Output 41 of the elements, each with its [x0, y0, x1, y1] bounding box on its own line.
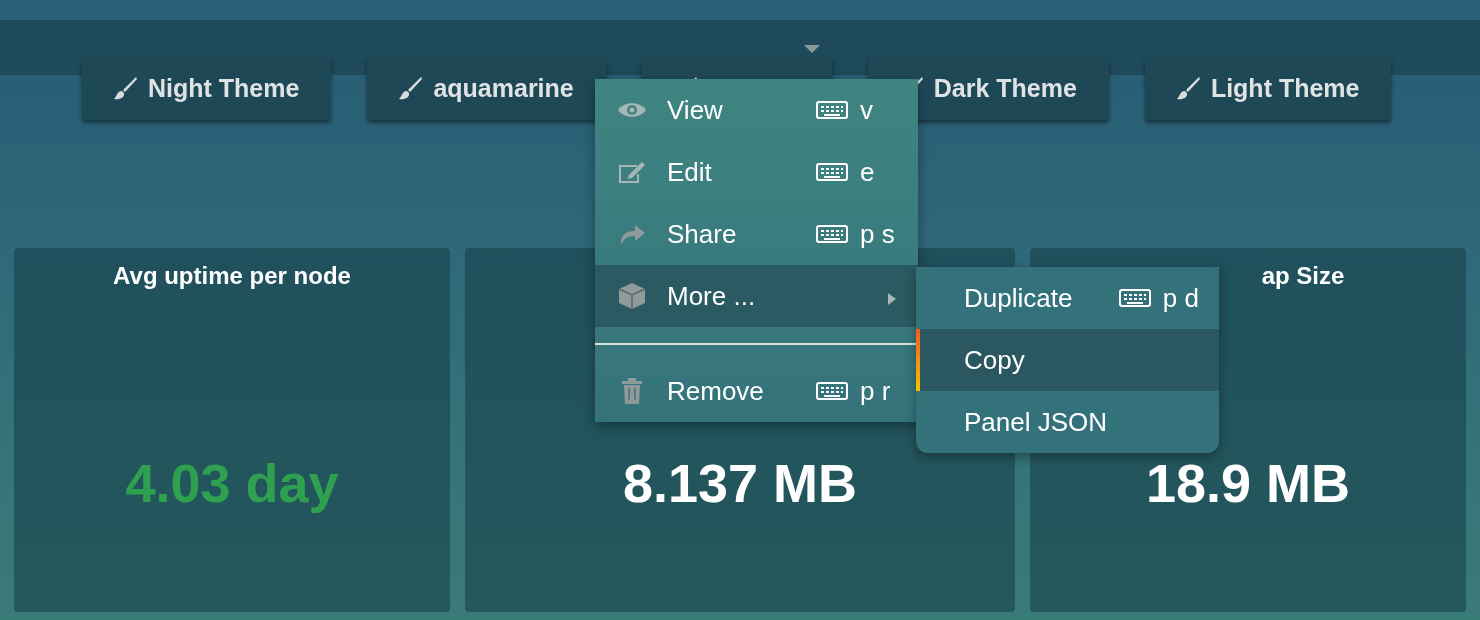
- menu-label: More ...: [667, 280, 757, 312]
- caret-right-icon: [888, 292, 896, 305]
- keyboard-icon: [816, 163, 848, 181]
- eye-icon: [617, 101, 647, 119]
- menu-item[interactable]: Remove p r: [595, 360, 918, 422]
- menu-label: Share: [667, 218, 738, 250]
- panel-title: Avg uptime per node: [113, 262, 351, 291]
- menu-label: Edit: [667, 156, 713, 188]
- keyboard-icon: [816, 101, 848, 119]
- keyboard-icon: [1118, 289, 1151, 307]
- menu-item[interactable]: Panel JSON: [916, 391, 1219, 453]
- stat-value: 18.9 MB: [1145, 452, 1351, 514]
- shortcut-keys: p s: [860, 218, 895, 250]
- menu-label: View: [667, 94, 724, 126]
- theme-button[interactable]: aquamarine: [367, 57, 606, 120]
- brush-icon: [397, 75, 424, 102]
- edit-icon: [617, 160, 647, 184]
- keyboard-icon: [816, 382, 848, 400]
- menu-item[interactable]: More ...: [595, 265, 918, 327]
- menu-label: Panel JSON: [964, 406, 1109, 438]
- menu-label: Remove: [667, 375, 765, 407]
- brush-icon: [112, 75, 138, 102]
- stat-value: 8.137 MB: [622, 452, 858, 514]
- menu-label: Copy: [964, 344, 1026, 376]
- shortcut-keys: p d: [1162, 282, 1199, 314]
- stat-value: 4.03 day: [125, 452, 339, 514]
- brush-icon: [1174, 75, 1201, 102]
- theme-button[interactable]: Night Theme: [82, 57, 332, 120]
- theme-button[interactable]: Light Theme: [1144, 57, 1392, 120]
- menu-item[interactable]: Edit e: [595, 141, 918, 203]
- shortcut-keys: e: [860, 156, 875, 188]
- keyboard-icon: [816, 225, 848, 243]
- shortcut-keys: p r: [860, 375, 891, 407]
- dropdown-caret-icon: [804, 45, 820, 53]
- cube-icon: [617, 282, 647, 310]
- menu-item[interactable]: Share p s: [595, 203, 918, 265]
- menu-label: Duplicate: [964, 282, 1074, 314]
- menu-item[interactable]: Duplicate p d: [916, 267, 1219, 329]
- menu-item[interactable]: Copy: [916, 329, 1219, 391]
- panel-title: ap Size: [1260, 262, 1345, 291]
- trash-icon: [620, 378, 644, 404]
